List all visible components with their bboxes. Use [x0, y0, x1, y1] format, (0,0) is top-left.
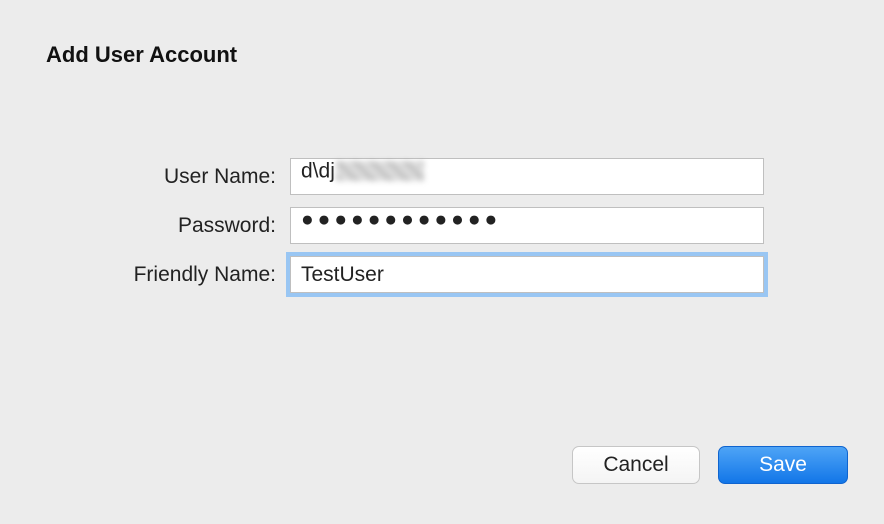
password-row: Password: ●●●●●●●●●●●●	[42, 207, 842, 244]
password-input[interactable]: ●●●●●●●●●●●●	[290, 207, 764, 244]
cancel-button[interactable]: Cancel	[572, 446, 700, 484]
username-label: User Name:	[42, 165, 290, 189]
username-redacted	[336, 161, 424, 181]
add-user-account-dialog: Add User Account User Name: d\dj Passwor…	[0, 0, 884, 524]
friendly-name-row: Friendly Name:	[42, 256, 842, 293]
username-row: User Name: d\dj	[42, 158, 842, 195]
dialog-title: Add User Account	[46, 42, 842, 68]
username-input[interactable]: d\dj	[290, 158, 764, 195]
password-label: Password:	[42, 214, 290, 238]
dialog-button-row: Cancel Save	[572, 446, 848, 484]
username-visible-text: d\dj	[301, 159, 335, 182]
friendly-name-input[interactable]	[290, 256, 764, 293]
friendly-name-label: Friendly Name:	[42, 263, 290, 287]
save-button[interactable]: Save	[718, 446, 848, 484]
